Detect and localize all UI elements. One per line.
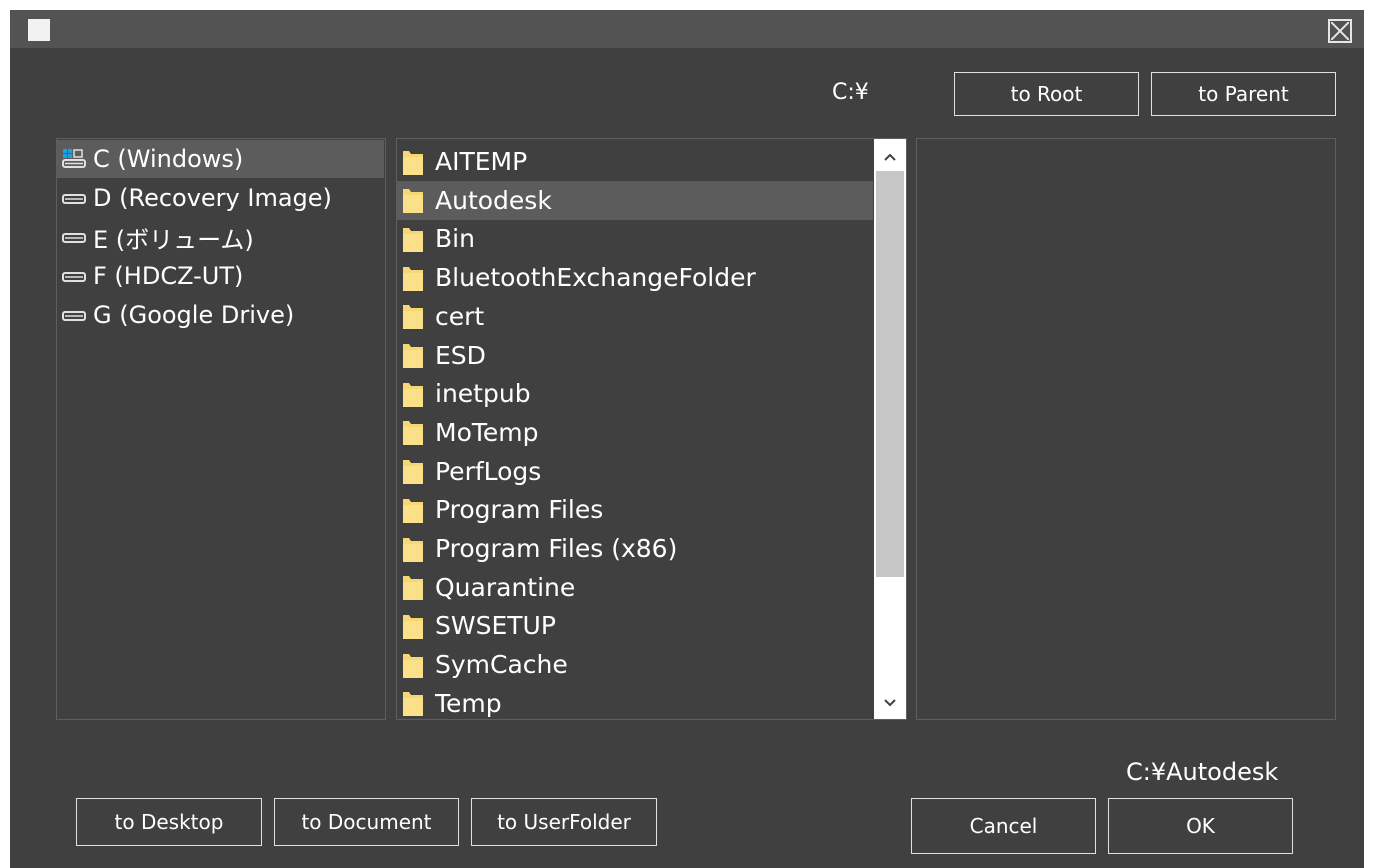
drive-item[interactable]: G (Google Drive) xyxy=(57,296,384,334)
folder-icon xyxy=(401,379,427,409)
folder-icon xyxy=(401,534,427,564)
drive-list[interactable]: C (Windows) D (Recovery Image) E (ボリューム) F … xyxy=(56,138,386,720)
folder-label: Program Files xyxy=(435,495,604,525)
folder-icon xyxy=(401,185,427,215)
folder-label: Temp xyxy=(435,688,502,718)
folder-item[interactable]: Quarantine xyxy=(397,568,873,607)
folder-item[interactable]: SymCache xyxy=(397,645,873,684)
drive-icon xyxy=(61,303,89,327)
close-box-icon xyxy=(1331,22,1349,40)
folder-icon xyxy=(401,417,427,447)
folder-item[interactable]: BluetoothExchangeFolder xyxy=(397,258,873,297)
folder-item[interactable]: PerfLogs xyxy=(397,452,873,491)
folder-icon xyxy=(401,650,427,680)
drive-item[interactable]: C (Windows) xyxy=(57,140,384,178)
cancel-button[interactable]: Cancel xyxy=(911,798,1096,854)
folder-item[interactable]: SWSETUP xyxy=(397,606,873,645)
folder-label: inetpub xyxy=(435,379,531,409)
folder-label: AITEMP xyxy=(435,147,528,176)
folder-list-scrollbar[interactable] xyxy=(874,139,906,719)
folder-browser-dialog: C:¥ to Root to Parent C (Windows) D (Reco… xyxy=(10,10,1364,868)
to-parent-button[interactable]: to Parent xyxy=(1151,72,1336,116)
folder-label: Quarantine xyxy=(435,572,576,602)
drive-label: F (HDCZ-UT) xyxy=(93,262,244,290)
folder-item[interactable]: cert xyxy=(397,297,873,336)
drive-label: E (ボリューム) xyxy=(93,225,254,254)
folder-label: SymCache xyxy=(435,650,568,680)
drive-label: D (Recovery Image) xyxy=(93,184,332,212)
drive-label: C (Windows) xyxy=(93,145,244,173)
close-button[interactable] xyxy=(1328,19,1352,43)
folder-icon xyxy=(401,301,427,331)
folder-icon xyxy=(401,572,427,602)
folder-icon xyxy=(401,456,427,486)
folder-icon xyxy=(401,495,427,525)
folder-label: ESD xyxy=(435,340,486,370)
to-userfolder-button[interactable]: to UserFolder xyxy=(471,798,657,846)
current-path-label: C:¥ xyxy=(832,80,869,105)
folder-icon xyxy=(401,340,427,370)
folder-icon xyxy=(401,263,427,293)
chevron-up-icon xyxy=(884,153,896,161)
drive-item[interactable]: D (Recovery Image) xyxy=(57,179,384,217)
folder-label: MoTemp xyxy=(435,417,539,447)
to-root-button[interactable]: to Root xyxy=(954,72,1139,116)
folder-label: cert xyxy=(435,301,485,331)
folder-icon xyxy=(401,611,427,641)
folder-label: Bin xyxy=(435,224,475,254)
folder-label: SWSETUP xyxy=(435,611,556,641)
drive-icon xyxy=(61,225,89,249)
drive-item[interactable]: E (ボリューム) xyxy=(57,218,384,256)
to-desktop-button[interactable]: to Desktop xyxy=(76,798,262,846)
folder-icon xyxy=(401,147,427,177)
scroll-thumb[interactable] xyxy=(876,171,904,577)
folder-label: BluetoothExchangeFolder xyxy=(435,263,756,293)
folder-item[interactable]: Temp xyxy=(397,684,873,719)
folder-icon xyxy=(401,688,427,718)
folder-label: PerfLogs xyxy=(435,456,542,486)
app-icon xyxy=(28,19,50,41)
to-document-button[interactable]: to Document xyxy=(274,798,459,846)
folder-label: Autodesk xyxy=(435,185,552,215)
folder-item[interactable]: ESD xyxy=(397,336,873,375)
folder-list[interactable]: Temp SymCache SWSETUP Quarantine Program Fil… xyxy=(396,138,907,720)
folder-icon xyxy=(401,224,427,254)
drive-icon xyxy=(61,264,89,288)
folder-label: Program Files (x86) xyxy=(435,534,678,563)
system-drive-icon xyxy=(61,147,89,171)
ok-button[interactable]: OK xyxy=(1108,798,1293,854)
drive-label: G (Google Drive) xyxy=(93,301,295,329)
chevron-down-icon xyxy=(884,699,896,707)
scroll-up-button[interactable] xyxy=(874,141,906,173)
folder-item[interactable]: MoTemp xyxy=(397,413,873,452)
scroll-down-button[interactable] xyxy=(874,687,906,719)
folder-item[interactable]: Program Files xyxy=(397,490,873,529)
drive-icon xyxy=(61,186,89,210)
drive-item[interactable]: F (HDCZ-UT) xyxy=(57,257,384,295)
folder-item[interactable]: Program Files (x86) xyxy=(397,529,873,568)
folder-item[interactable]: Bin xyxy=(397,219,873,258)
selected-path-label: C:¥Autodesk xyxy=(1126,758,1279,786)
folder-item[interactable]: AITEMP xyxy=(397,142,873,181)
title-bar xyxy=(10,10,1364,48)
subfolder-panel[interactable] xyxy=(916,138,1336,720)
folder-item[interactable]: Autodesk xyxy=(397,180,873,220)
folder-item[interactable]: inetpub xyxy=(397,374,873,413)
